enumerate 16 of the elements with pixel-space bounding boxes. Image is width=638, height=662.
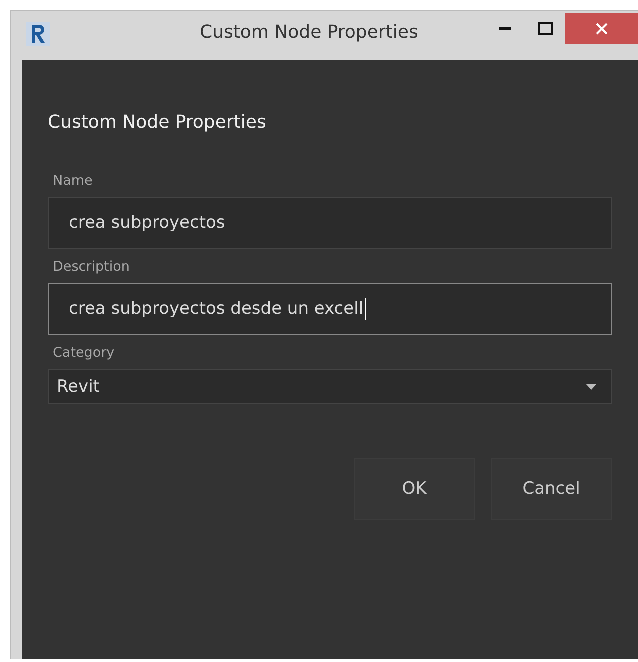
category-dropdown[interactable]: Revit [48,369,612,404]
input-field[interactable]: crea subproyectos [48,197,612,249]
window-title: Custom Node Properties [200,22,418,43]
field-label: Category [53,345,116,361]
minimize-icon [499,27,511,30]
cancel-button[interactable]: Cancel [491,458,612,520]
field-label: Name [53,173,94,189]
caret-icon [586,384,597,390]
ok-button[interactable]: OK [354,458,475,520]
close-icon [594,22,608,36]
maximize-icon [538,22,552,35]
field-label: Description [53,259,131,275]
close-button[interactable] [565,13,638,44]
input-field[interactable]: crea subproyectos desde un excell [48,283,612,335]
dialog-heading: Custom Node Properties [48,112,268,133]
app-logo-icon [26,22,50,46]
